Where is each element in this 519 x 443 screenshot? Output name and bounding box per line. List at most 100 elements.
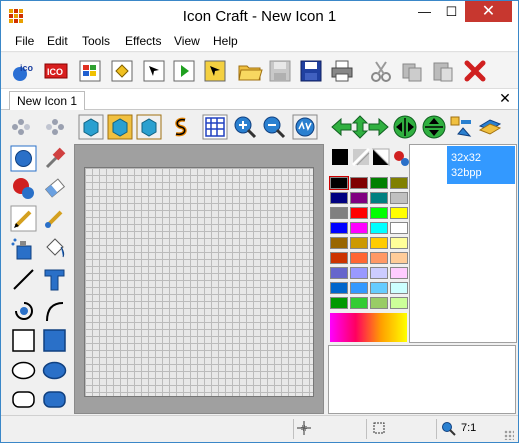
palette-swatch[interactable] <box>330 222 348 234</box>
dropper-icon[interactable] <box>41 145 68 172</box>
diamond-icon[interactable] <box>109 58 135 84</box>
palette-swatch[interactable] <box>370 267 388 279</box>
windows-icon[interactable] <box>77 58 103 84</box>
palette-swatch[interactable] <box>330 267 348 279</box>
delete-icon[interactable] <box>462 58 488 84</box>
palette-swatch[interactable] <box>350 192 368 204</box>
cube-outline-icon[interactable] <box>78 114 104 140</box>
pencil-icon[interactable] <box>10 205 37 232</box>
palette-swatch[interactable] <box>350 252 368 264</box>
maximize-button[interactable]: ☐ <box>438 1 465 22</box>
brush-icon[interactable] <box>41 205 68 232</box>
save-disabled-icon[interactable] <box>267 58 293 84</box>
palette-swatch[interactable] <box>390 237 408 249</box>
cube-filled-icon[interactable] <box>107 114 133 140</box>
shift-right-icon[interactable] <box>365 114 391 140</box>
palette-swatch[interactable] <box>390 297 408 309</box>
resize-cursor-icon[interactable] <box>202 58 228 84</box>
open-folder-icon[interactable] <box>237 58 263 84</box>
save-icon[interactable] <box>298 58 324 84</box>
eraser-icon[interactable] <box>41 175 68 202</box>
menu-view[interactable]: View <box>174 34 200 48</box>
resize-grip[interactable] <box>504 430 514 440</box>
palette-swatch[interactable] <box>330 282 348 294</box>
palette-swatch[interactable] <box>370 192 388 204</box>
palette-swatch[interactable] <box>350 237 368 249</box>
rotate-right-icon[interactable] <box>476 114 502 140</box>
palette-swatch[interactable] <box>350 207 368 219</box>
palette-swatch[interactable] <box>390 222 408 234</box>
current-colors[interactable] <box>329 146 409 172</box>
zoom-in-icon[interactable] <box>232 114 258 140</box>
antialias-icon[interactable] <box>292 114 318 140</box>
fill-bucket-icon[interactable] <box>41 235 68 262</box>
icq-icon[interactable]: ico <box>11 58 37 84</box>
palette-swatch[interactable] <box>330 297 348 309</box>
animated-cursor-icon[interactable] <box>171 58 197 84</box>
drawing-canvas[interactable] <box>84 167 314 397</box>
cut-icon[interactable] <box>368 58 394 84</box>
palette-swatch[interactable] <box>390 252 408 264</box>
filled-rectangle-icon[interactable] <box>41 327 68 354</box>
palette-swatch[interactable] <box>370 207 388 219</box>
arc-icon[interactable] <box>10 297 37 324</box>
palette-swatch[interactable] <box>350 282 368 294</box>
rotate-icon[interactable] <box>448 114 474 140</box>
ellipse-icon[interactable] <box>10 357 37 384</box>
palette-swatch[interactable] <box>390 192 408 204</box>
palette-swatch[interactable] <box>370 222 388 234</box>
paste-icon[interactable] <box>430 58 456 84</box>
palette-swatch[interactable] <box>350 267 368 279</box>
new-ico-icon[interactable]: ICO <box>43 58 69 84</box>
print-icon[interactable] <box>329 58 355 84</box>
spray-icon[interactable] <box>10 235 37 262</box>
palette-swatch[interactable] <box>350 222 368 234</box>
dots-right-icon[interactable] <box>41 114 67 140</box>
icon-sizes-list[interactable]: 32x32 32bpp <box>409 144 517 343</box>
rectangle-icon[interactable] <box>10 327 37 354</box>
tab-close-button[interactable]: ✕ <box>497 90 513 107</box>
palette-swatch[interactable] <box>350 177 368 189</box>
gradient-picker[interactable] <box>330 313 407 342</box>
palette-swatch[interactable] <box>390 177 408 189</box>
rounded-rectangle-icon[interactable] <box>10 386 37 413</box>
palette-swatch[interactable] <box>329 176 349 190</box>
palette-swatch[interactable] <box>370 297 388 309</box>
select-ellipse-icon[interactable] <box>10 145 37 172</box>
palette-swatch[interactable] <box>330 207 348 219</box>
dots-left-icon[interactable] <box>9 114 35 140</box>
flip-horizontal-icon[interactable] <box>392 114 418 140</box>
tab-new-icon-1[interactable]: New Icon 1 <box>9 91 86 110</box>
zoom-out-icon[interactable] <box>261 114 287 140</box>
palette-swatch[interactable] <box>370 177 388 189</box>
palette-swatch[interactable] <box>370 237 388 249</box>
palette-swatch[interactable] <box>350 297 368 309</box>
color-replacer-icon[interactable] <box>10 175 37 202</box>
palette-swatch[interactable] <box>370 282 388 294</box>
palette-swatch[interactable] <box>390 207 408 219</box>
menu-edit[interactable]: Edit <box>47 34 68 48</box>
close-button[interactable]: ✕ <box>465 1 512 22</box>
copy-icon[interactable] <box>399 58 425 84</box>
menu-tools[interactable]: Tools <box>82 34 110 48</box>
grid-icon[interactable] <box>202 114 228 140</box>
minimize-button[interactable]: — <box>411 1 438 22</box>
palette-swatch[interactable] <box>330 252 348 264</box>
filled-rounded-rectangle-icon[interactable] <box>41 386 68 413</box>
cursor-icon[interactable] <box>141 58 167 84</box>
cube-half-icon[interactable] <box>136 114 162 140</box>
menu-effects[interactable]: Effects <box>125 34 161 48</box>
palette-swatch[interactable] <box>390 282 408 294</box>
palette-swatch[interactable] <box>330 237 348 249</box>
text-icon[interactable] <box>41 266 68 293</box>
palette-swatch[interactable] <box>370 252 388 264</box>
line-icon[interactable] <box>10 266 37 293</box>
menu-help[interactable]: Help <box>213 34 238 48</box>
flip-vertical-icon[interactable] <box>421 114 447 140</box>
size-item-32x32[interactable]: 32x32 32bpp <box>447 146 515 184</box>
palette-swatch[interactable] <box>330 192 348 204</box>
menu-file[interactable]: File <box>15 34 34 48</box>
smooth-icon[interactable] <box>168 114 194 140</box>
filled-ellipse-icon[interactable] <box>41 357 68 384</box>
palette-swatch[interactable] <box>390 267 408 279</box>
